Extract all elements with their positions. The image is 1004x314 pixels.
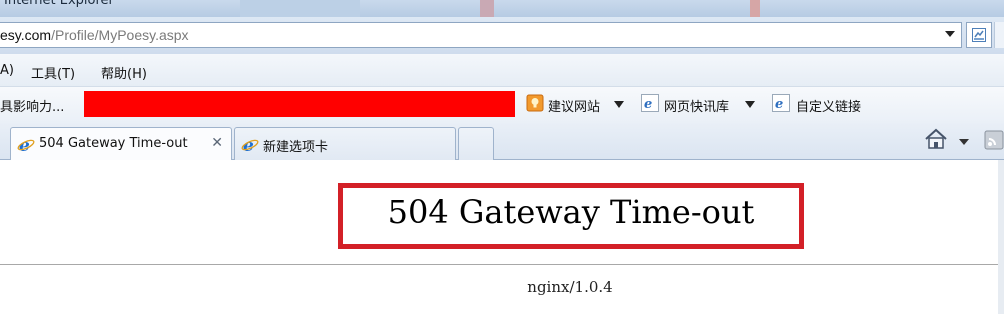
- tab-504-gateway-timeout[interactable]: e 504 Gateway Time-out ✕: [10, 127, 232, 160]
- address-bar-edge: [994, 22, 1004, 48]
- favorites-item-customize-links[interactable]: 自定义链接: [796, 96, 861, 115]
- suggested-sites-dropdown-icon[interactable]: [614, 101, 624, 108]
- page-content: 504 Gateway Time-out nginx/1.0.4: [0, 160, 1004, 314]
- home-icon[interactable]: [924, 128, 948, 150]
- menu-item-help[interactable]: 帮助(H): [101, 63, 147, 82]
- svg-text:e: e: [775, 97, 783, 112]
- tab-new-tab[interactable]: e 新建选项卡: [234, 127, 456, 160]
- address-dropdown-icon[interactable]: [945, 31, 955, 37]
- horizontal-rule: [0, 264, 1000, 265]
- address-bar[interactable]: esy.com/Profile/MyPoesy.aspx: [0, 22, 962, 48]
- compatibility-view-button[interactable]: [966, 22, 992, 48]
- svg-text:e: e: [644, 97, 652, 112]
- address-path: /Profile/MyPoesy.aspx: [51, 27, 189, 43]
- feeds-icon[interactable]: [984, 130, 1004, 150]
- ie-icon: e: [641, 94, 659, 112]
- title-bar-decoration: [240, 0, 360, 17]
- ie-icon: e: [772, 94, 790, 112]
- menu-item-partial[interactable]: A): [0, 63, 14, 78]
- ie-icon: e: [17, 136, 35, 154]
- tab-label: 新建选项卡: [263, 140, 329, 155]
- menu-bar: A) 工具(T) 帮助(H): [0, 54, 1004, 87]
- favorites-item-suggested-sites[interactable]: 建议网站: [548, 96, 600, 115]
- compatibility-view-icon: [972, 28, 986, 42]
- window-right-edge: [998, 160, 1004, 314]
- web-slice-gallery-dropdown-icon[interactable]: [745, 101, 755, 108]
- favorites-item-web-slice-gallery[interactable]: 网页快讯库: [664, 96, 729, 115]
- ie-icon: e: [241, 136, 259, 154]
- suggested-sites-icon: [526, 94, 544, 112]
- title-bar-decoration: [480, 0, 494, 17]
- window-title-bar: Internet Explorer: [0, 0, 1004, 17]
- window-title: Internet Explorer: [4, 0, 114, 8]
- address-host: esy.com: [0, 27, 52, 43]
- menu-item-tools[interactable]: 工具(T): [31, 63, 75, 82]
- tab-bar: e 504 Gateway Time-out ✕ e 新建选项卡: [0, 123, 1004, 160]
- home-dropdown-icon[interactable]: [959, 139, 969, 145]
- favorites-item-partial[interactable]: 具影响力...: [0, 96, 64, 115]
- address-url[interactable]: esy.com/Profile/MyPoesy.aspx: [0, 27, 189, 43]
- annotation-highlight-box: 504 Gateway Time-out: [338, 183, 804, 249]
- open-new-tab-button[interactable]: [458, 127, 494, 160]
- title-bar-decoration: [750, 0, 760, 17]
- redaction-block: [84, 91, 515, 117]
- close-tab-icon[interactable]: ✕: [211, 135, 223, 151]
- server-signature: nginx/1.0.4: [527, 278, 613, 296]
- tab-label: 504 Gateway Time-out: [39, 136, 188, 151]
- error-title: 504 Gateway Time-out: [387, 193, 755, 231]
- address-row: esy.com/Profile/MyPoesy.aspx: [0, 17, 1004, 54]
